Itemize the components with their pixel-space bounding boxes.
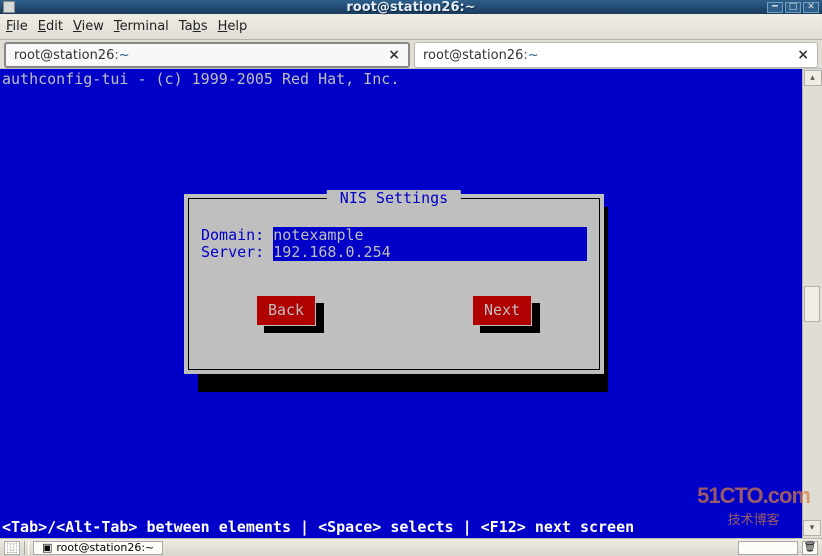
- tab-2[interactable]: root@station26:~ ×: [414, 42, 818, 68]
- menubar: File Edit View Terminal Tabs Help: [0, 14, 822, 40]
- tab-label: root@station26: [14, 48, 114, 63]
- help-footer: <Tab>/<Alt-Tab> between elements | <Spac…: [2, 519, 634, 536]
- workspace-switcher[interactable]: [738, 541, 798, 555]
- show-desktop-icon[interactable]: ⿶: [4, 541, 20, 555]
- menu-file[interactable]: File: [6, 19, 28, 34]
- domain-input[interactable]: [273, 227, 587, 244]
- taskbar: ⿶ ▣ root@station26:~ 🗑: [0, 538, 822, 556]
- scroll-up-button[interactable]: ▴: [804, 70, 822, 86]
- separator: [24, 541, 29, 555]
- titlebar: root@station26:~ ━ □ ✕: [0, 0, 822, 14]
- tabstrip: root@station26:~ × root@station26:~ ×: [0, 40, 822, 68]
- domain-label: Domain:: [201, 227, 273, 244]
- nis-settings-dialog: NIS Settings Domain: Server: Back: [184, 194, 604, 374]
- terminal-icon: ▣: [42, 541, 52, 554]
- menu-help[interactable]: Help: [218, 19, 248, 34]
- tab-label: root@station26: [423, 48, 523, 63]
- task-label: root@station26:~: [56, 541, 154, 554]
- menu-edit[interactable]: Edit: [38, 19, 63, 34]
- scroll-down-button[interactable]: ▾: [803, 520, 821, 536]
- window-title: root@station26:~: [0, 0, 822, 15]
- tab-1[interactable]: root@station26:~ ×: [4, 42, 410, 68]
- program-header: authconfig-tui - (c) 1999-2005 Red Hat, …: [2, 71, 800, 88]
- server-input[interactable]: [273, 244, 587, 261]
- trash-icon[interactable]: 🗑: [802, 541, 818, 555]
- menu-view[interactable]: View: [73, 19, 104, 34]
- dialog-title: NIS Settings: [327, 190, 461, 207]
- close-icon[interactable]: ×: [388, 47, 400, 63]
- terminal[interactable]: authconfig-tui - (c) 1999-2005 Red Hat, …: [0, 69, 802, 538]
- back-button[interactable]: Back: [256, 295, 316, 326]
- terminal-frame: authconfig-tui - (c) 1999-2005 Red Hat, …: [0, 68, 822, 538]
- scroll-thumb[interactable]: [804, 286, 820, 322]
- menu-tabs[interactable]: Tabs: [179, 19, 208, 34]
- server-label: Server:: [201, 244, 273, 261]
- taskbar-task[interactable]: ▣ root@station26:~: [33, 541, 163, 555]
- menu-terminal[interactable]: Terminal: [114, 19, 169, 34]
- scrollbar[interactable]: ▴ ▾: [802, 69, 822, 538]
- next-button[interactable]: Next: [472, 295, 532, 326]
- close-icon[interactable]: ×: [797, 47, 809, 63]
